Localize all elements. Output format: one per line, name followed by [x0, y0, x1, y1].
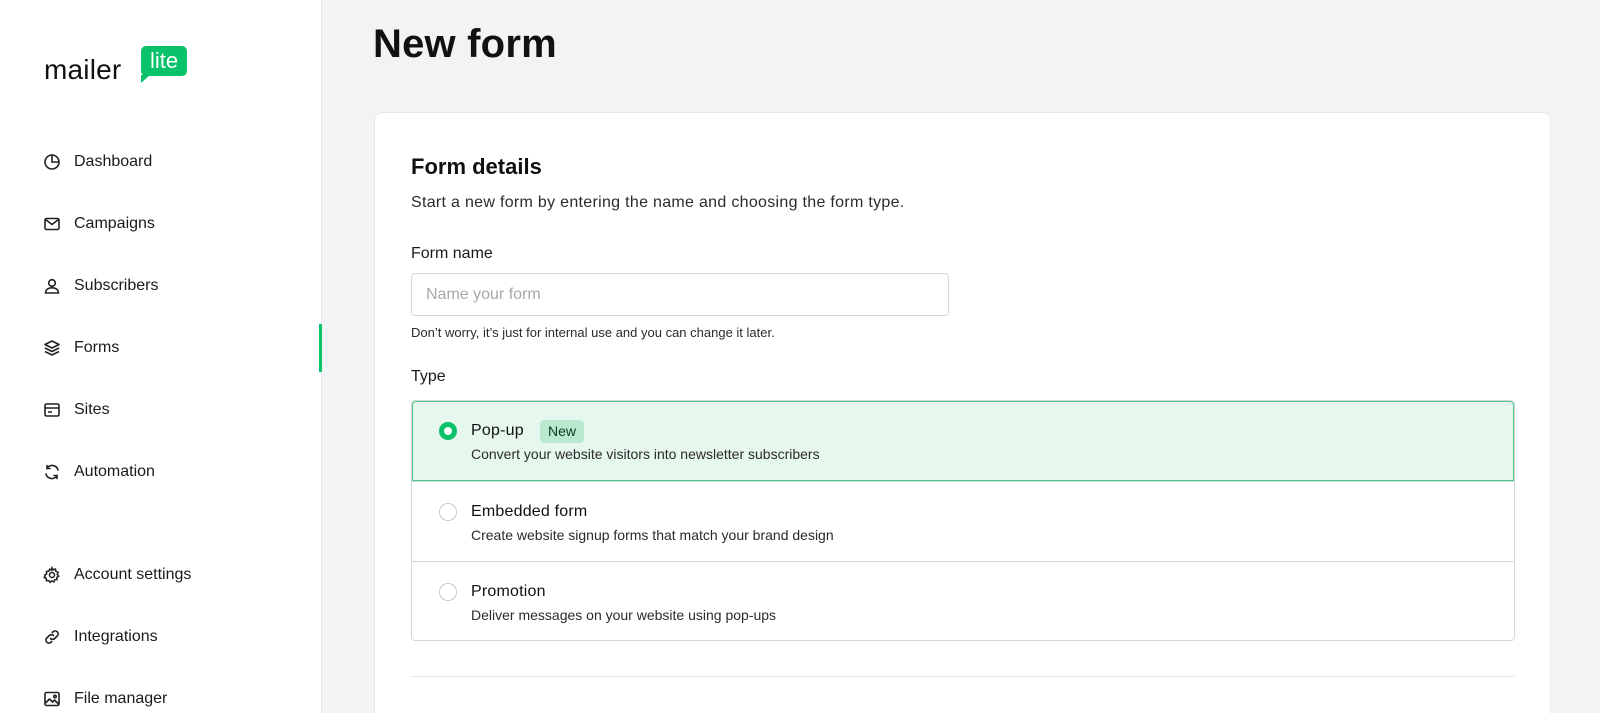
radio-button[interactable]	[439, 503, 457, 521]
sidebar-item-automation[interactable]: Automation	[0, 452, 322, 492]
logo-word: mailer	[44, 54, 122, 85]
sidebar-item-dashboard[interactable]: Dashboard	[0, 142, 322, 182]
radio-button[interactable]	[439, 422, 457, 440]
divider	[411, 676, 1515, 677]
link-icon	[43, 628, 61, 646]
section-title: Form details	[411, 154, 542, 179]
sidebar-item-forms[interactable]: Forms	[0, 324, 322, 372]
type-option-popup[interactable]: Pop-up New Convert your website visitors…	[412, 401, 1514, 481]
sidebar-item-label: Sites	[74, 401, 110, 418]
sidebar-item-label: Campaigns	[74, 215, 155, 232]
image-icon	[43, 690, 61, 708]
sidebar-item-label: Automation	[74, 463, 155, 480]
option-title: Promotion	[471, 583, 546, 600]
sidebar-item-label: Integrations	[74, 628, 158, 645]
app: mailer lite Dashboard Campaigns Subscrib…	[0, 0, 1600, 713]
option-description: Create website signup forms that match y…	[471, 527, 834, 543]
layers-icon	[43, 339, 61, 357]
sidebar-item-subscribers[interactable]: Subscribers	[0, 266, 322, 306]
form-name-input[interactable]	[411, 273, 949, 316]
sidebar: mailer lite Dashboard Campaigns Subscrib…	[0, 0, 322, 713]
type-label: Type	[411, 368, 446, 385]
form-type-list: Pop-up New Convert your website visitors…	[411, 400, 1515, 641]
sidebar-item-label: Subscribers	[74, 277, 159, 294]
gear-icon	[43, 566, 61, 584]
type-option-embedded-form[interactable]: Embedded form Create website signup form…	[412, 481, 1514, 561]
pie-chart-icon	[43, 153, 61, 171]
sidebar-item-account-settings[interactable]: Account settings	[0, 555, 322, 595]
page-title: New form	[373, 22, 557, 66]
radio-button[interactable]	[439, 583, 457, 601]
user-icon	[43, 277, 61, 295]
sidebar-item-campaigns[interactable]: Campaigns	[0, 204, 322, 244]
section-description: Start a new form by entering the name an…	[411, 194, 905, 211]
form-name-hint: Don’t worry, it’s just for internal use …	[411, 325, 775, 340]
option-title: Pop-up	[471, 422, 524, 439]
refresh-icon	[43, 463, 61, 481]
option-description: Convert your website visitors into newsl…	[471, 446, 820, 462]
option-description: Deliver messages on your website using p…	[471, 607, 777, 623]
sidebar-item-label: File manager	[74, 690, 168, 707]
sidebar-item-integrations[interactable]: Integrations	[0, 617, 322, 657]
browser-icon	[43, 401, 61, 419]
envelope-icon	[43, 215, 61, 233]
type-option-promotion[interactable]: Promotion Deliver messages on your websi…	[412, 561, 1514, 640]
form-name-label: Form name	[411, 245, 493, 262]
new-badge: New	[540, 420, 585, 443]
sidebar-item-file-manager[interactable]: File manager	[0, 679, 322, 713]
sidebar-item-label: Dashboard	[74, 153, 153, 170]
sidebar-item-label: Forms	[74, 339, 120, 356]
sidebar-item-label: Account settings	[74, 566, 192, 583]
option-title: Embedded form	[471, 503, 588, 520]
logo-bubble: lite	[141, 46, 187, 83]
sidebar-item-sites[interactable]: Sites	[0, 390, 322, 430]
form-details-card: Form details Start a new form by enterin…	[374, 112, 1551, 713]
